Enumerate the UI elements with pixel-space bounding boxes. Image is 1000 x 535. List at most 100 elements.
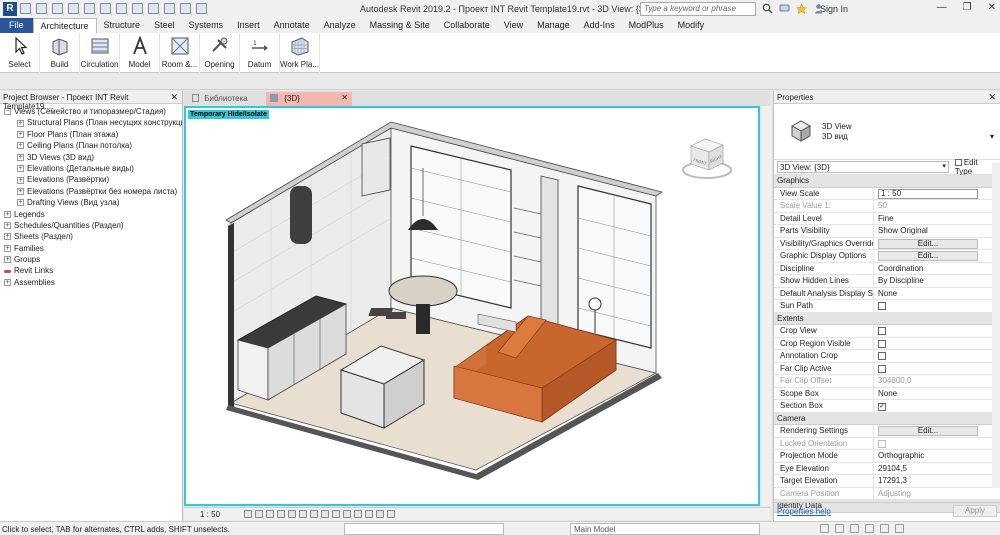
tree-node[interactable]: + Groups: [0, 254, 182, 265]
tab-systems[interactable]: Systems: [182, 18, 231, 33]
properties-help-link[interactable]: Properties help: [777, 507, 831, 516]
section-icon[interactable]: [196, 3, 207, 14]
type-selector[interactable]: 3D View 3D вид ▾: [774, 104, 1000, 160]
text-icon[interactable]: [164, 3, 175, 14]
show-crop-icon[interactable]: [310, 510, 319, 518]
close-icon[interactable]: ✕: [170, 92, 178, 103]
tab-structure[interactable]: Structure: [97, 18, 148, 33]
view-scale-input[interactable]: 1 : 50: [878, 188, 978, 199]
link-icon[interactable]: [4, 269, 11, 273]
highlight-displacement-icon[interactable]: [376, 510, 385, 518]
select-button[interactable]: Select: [0, 33, 40, 73]
properties-scrollbar[interactable]: [992, 163, 1000, 488]
favorites-icon[interactable]: [795, 3, 808, 15]
tree-node[interactable]: + Floor Plans (План этажа): [0, 129, 182, 140]
expand-icon[interactable]: +: [17, 130, 24, 138]
property-value[interactable]: 1 : 50: [874, 188, 1000, 200]
sun-path-icon[interactable]: [266, 510, 275, 518]
tree-node[interactable]: + Elevations (Детальные виды): [0, 163, 182, 174]
property-value[interactable]: Edit...: [874, 238, 1000, 250]
tab-steel[interactable]: Steel: [147, 18, 182, 33]
checkbox[interactable]: [878, 364, 886, 373]
minimize-button[interactable]: —: [937, 2, 947, 13]
default-3d-view-icon[interactable]: [180, 3, 191, 14]
detail-level-icon[interactable]: [244, 510, 253, 518]
tab-view[interactable]: View: [497, 18, 530, 33]
tree-node[interactable]: Revit Links: [0, 265, 182, 276]
room-area-button[interactable]: Room &...: [160, 33, 200, 73]
expand-icon[interactable]: +: [4, 233, 11, 241]
reveal-hidden-icon[interactable]: [343, 510, 352, 518]
temporary-hide-icon[interactable]: [332, 510, 341, 518]
tree-node[interactable]: + Families: [0, 243, 182, 254]
property-value[interactable]: Show Original: [874, 225, 1000, 237]
print-icon[interactable]: [100, 3, 111, 14]
expand-icon[interactable]: +: [4, 279, 11, 287]
edit-type-button[interactable]: Edit Type: [954, 158, 997, 176]
type-dropdown-arrow-icon[interactable]: ▾: [990, 132, 994, 141]
select-links-icon[interactable]: [820, 524, 829, 533]
measure-icon[interactable]: [116, 3, 127, 14]
close-button[interactable]: ✕: [988, 2, 996, 13]
expand-icon[interactable]: +: [17, 187, 24, 195]
crop-view-icon[interactable]: [299, 510, 308, 518]
drag-elements-icon[interactable]: [880, 524, 889, 533]
search-input[interactable]: Type a keyword or phrase: [640, 2, 756, 16]
checkbox[interactable]: [878, 302, 886, 310]
sync-icon[interactable]: [52, 3, 63, 14]
design-option-dropdown[interactable]: Main Model: [570, 523, 760, 535]
edit-button[interactable]: Edit...: [878, 251, 978, 261]
expand-icon[interactable]: +: [4, 210, 11, 218]
tab-annotate[interactable]: Annotate: [267, 18, 317, 33]
tree-node[interactable]: +3D Views (3D вид): [0, 152, 182, 163]
close-icon[interactable]: ✕: [988, 92, 996, 103]
properties-section-header[interactable]: Camera: [774, 412, 1000, 425]
property-value[interactable]: Edit...: [874, 250, 1000, 262]
undo-icon[interactable]: [68, 3, 79, 14]
revit-logo-icon[interactable]: R: [3, 2, 17, 16]
expand-icon[interactable]: +: [17, 165, 24, 173]
restore-button[interactable]: ❐: [963, 2, 972, 13]
tree-node[interactable]: + Structural Plans (План несущих конструк…: [0, 117, 182, 128]
save-icon[interactable]: [36, 3, 47, 14]
datum-button[interactable]: 1 Datum: [240, 33, 280, 73]
tab-add-ins[interactable]: Add-Ins: [577, 18, 622, 33]
tab-modify[interactable]: Modify: [671, 18, 712, 33]
reveal-constraints-icon[interactable]: [387, 510, 396, 518]
property-value[interactable]: Orthographic: [874, 450, 1000, 462]
property-value[interactable]: [874, 300, 1000, 312]
property-value[interactable]: None: [874, 388, 1000, 400]
apply-button[interactable]: Apply: [953, 505, 997, 517]
tree-node[interactable]: + Elevations (Развёртки): [0, 174, 182, 185]
tab-library-view[interactable]: Библиотека: [188, 92, 278, 106]
dimension-icon[interactable]: [132, 3, 143, 14]
checkbox[interactable]: [878, 339, 886, 348]
expand-icon[interactable]: +: [17, 153, 24, 161]
properties-section-header[interactable]: Graphics: [774, 175, 1000, 188]
communication-icon[interactable]: [779, 3, 790, 14]
property-value[interactable]: 17291,3: [874, 475, 1000, 487]
tab-modplus[interactable]: ModPlus: [622, 18, 671, 33]
expand-icon[interactable]: +: [17, 142, 24, 150]
expand-icon[interactable]: +: [4, 222, 11, 230]
analytical-model-icon[interactable]: [365, 510, 374, 518]
property-value[interactable]: Edit...: [874, 425, 1000, 437]
view-instance-dropdown[interactable]: 3D View: {3D} ▾: [777, 161, 949, 173]
tab-file[interactable]: File: [0, 18, 33, 33]
expand-icon[interactable]: +: [17, 199, 24, 207]
tree-node[interactable]: + Elevations (Развёртки без номера листа): [0, 186, 182, 197]
tree-node[interactable]: + Ceiling Plans (План потолка): [0, 140, 182, 151]
shadows-icon[interactable]: [277, 510, 286, 518]
tree-node[interactable]: + Sheets (Раздел): [0, 231, 182, 242]
3d-model-view[interactable]: FRONT RIGHT: [186, 108, 758, 504]
search-icon[interactable]: [762, 3, 773, 14]
property-value[interactable]: [874, 363, 1000, 375]
properties-section-header[interactable]: Extents: [774, 312, 1000, 325]
visual-style-icon[interactable]: [255, 510, 264, 518]
expand-icon[interactable]: +: [17, 176, 24, 184]
vertical-scrollbar[interactable]: [762, 106, 771, 506]
checked-checkbox-icon[interactable]: ✓: [878, 403, 886, 411]
lock-view-icon[interactable]: [321, 510, 330, 518]
tree-node[interactable]: + Drafting Views (Вид узла): [0, 197, 182, 208]
render-icon[interactable]: [288, 510, 297, 518]
